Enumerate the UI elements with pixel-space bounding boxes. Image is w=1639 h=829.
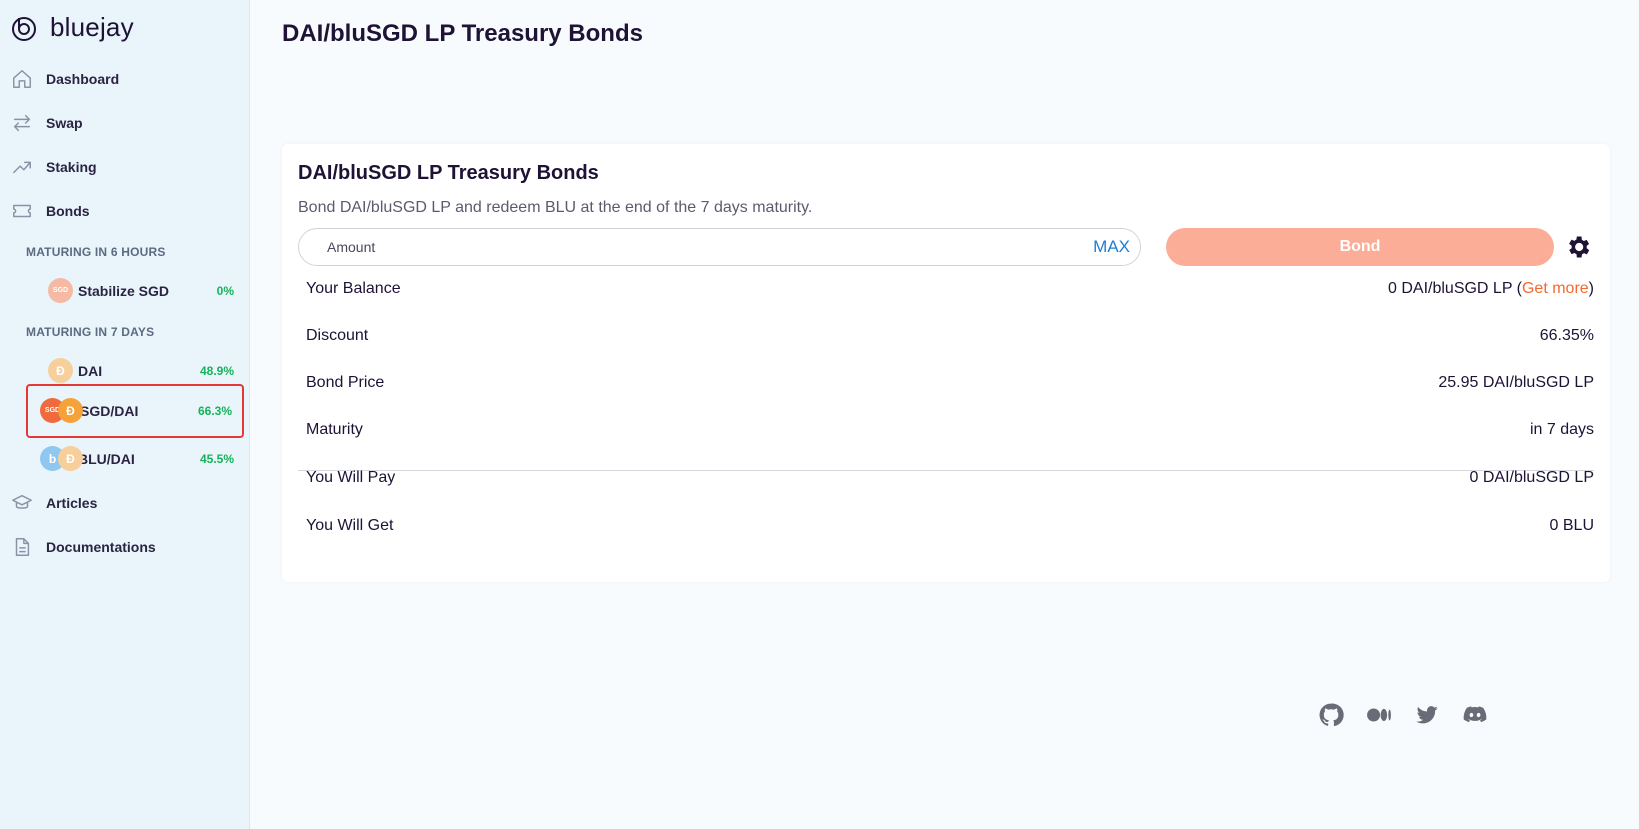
row-value: in 7 days <box>1529 421 1594 438</box>
bond-coin-icons: SGD <box>26 278 78 304</box>
max-button[interactable]: MAX <box>1093 237 1130 257</box>
row-value: 0 DAI/bluSGD LP (Get more) <box>1388 280 1594 298</box>
home-icon <box>10 67 34 91</box>
bond-coin-icons: SGD Đ <box>28 398 83 424</box>
dai-coin-icon: Đ <box>58 446 83 471</box>
nav-documentations[interactable]: Documentations <box>10 533 156 561</box>
bond-name: SGD/DAI <box>80 403 139 419</box>
row-label: Maturity <box>306 421 363 438</box>
graduation-cap-icon <box>10 491 34 515</box>
discord-icon[interactable] <box>1462 702 1488 728</box>
bond-card: DAI/bluSGD LP Treasury Bonds Bond DAI/bl… <box>282 144 1610 582</box>
bond-name: BLU/DAI <box>78 451 135 467</box>
nav-dashboard-label: Dashboard <box>46 71 120 87</box>
nav-swap-label: Swap <box>46 115 83 131</box>
page-title: DAI/bluSGD LP Treasury Bonds <box>282 20 643 47</box>
row-value: 66.35% <box>1539 327 1594 344</box>
bond-coin-icons: Đ <box>26 358 78 384</box>
medium-icon[interactable] <box>1366 702 1392 728</box>
bond-item-stabilize-sgd[interactable]: SGD Stabilize SGD 0% <box>26 264 244 318</box>
amount-input[interactable] <box>327 239 1094 255</box>
nav-staking[interactable]: Staking <box>10 153 97 181</box>
row-label: You Will Pay <box>306 469 396 486</box>
section-maturing-6h: MATURING IN 6 HOURS <box>26 245 166 259</box>
card-title: DAI/bluSGD LP Treasury Bonds <box>298 162 599 184</box>
row-discount: Discount 66.35% <box>306 327 1594 345</box>
dai-coin-icon: Đ <box>58 398 83 423</box>
gear-icon[interactable] <box>1564 233 1592 261</box>
row-value: 0 BLU <box>1549 517 1594 534</box>
nav-bonds-label: Bonds <box>46 203 90 219</box>
bond-button[interactable]: Bond <box>1166 228 1554 266</box>
github-icon[interactable] <box>1318 702 1344 728</box>
row-value: 25.95 DAI/bluSGD LP <box>1438 374 1594 391</box>
bond-name: DAI <box>78 363 103 379</box>
bond-discount: 66.3% <box>197 404 232 418</box>
bond-discount: 0% <box>216 284 234 298</box>
balance-value: 0 DAI/bluSGD LP ( <box>1388 280 1522 297</box>
row-maturity: Maturity in 7 days <box>306 421 1594 439</box>
nav-dashboard[interactable]: Dashboard <box>10 65 119 93</box>
bond-discount: 45.5% <box>199 452 234 466</box>
trending-up-icon <box>10 155 34 179</box>
row-label: Discount <box>306 327 369 344</box>
logo[interactable]: bluejay <box>10 12 134 43</box>
section-maturing-7d: MATURING IN 7 DAYS <box>26 325 155 339</box>
row-label: You Will Get <box>306 517 394 534</box>
nav-articles-label: Articles <box>46 495 98 511</box>
bond-item-sgd-dai[interactable]: SGD Đ SGD/DAI 66.3% <box>26 384 244 438</box>
twitter-icon[interactable] <box>1414 702 1440 728</box>
swap-icon <box>10 111 34 135</box>
logo-text: bluejay <box>50 12 134 42</box>
bond-coin-icons: b Đ <box>26 446 83 472</box>
nav-articles[interactable]: Articles <box>10 489 97 517</box>
bond-item-blu-dai[interactable]: b Đ BLU/DAI 45.5% <box>26 432 244 486</box>
dai-coin-icon: Đ <box>48 358 73 383</box>
sgd-coin-icon: SGD <box>48 278 73 303</box>
card-description: Bond DAI/bluSGD LP and redeem BLU at the… <box>298 199 813 216</box>
amount-field: MAX <box>298 228 1141 266</box>
bond-discount: 48.9% <box>199 364 234 378</box>
bluejay-logo-icon <box>12 16 36 41</box>
row-label: Your Balance <box>306 280 401 297</box>
nav-documentations-label: Documentations <box>46 539 156 555</box>
row-label: Bond Price <box>306 374 385 391</box>
row-you-will-get: You Will Get 0 BLU <box>306 517 1594 535</box>
sidebar: bluejay Dashboard Swap Staking Bonds MAT… <box>0 0 250 829</box>
balance-close: ) <box>1588 280 1594 297</box>
bond-name: Stabilize SGD <box>78 283 170 299</box>
row-bond-price: Bond Price 25.95 DAI/bluSGD LP <box>306 374 1594 392</box>
ticket-icon <box>10 199 34 223</box>
nav-swap[interactable]: Swap <box>10 109 83 137</box>
document-icon <box>10 535 34 559</box>
row-your-balance: Your Balance 0 DAI/bluSGD LP (Get more) <box>306 280 1594 298</box>
nav-staking-label: Staking <box>46 159 97 175</box>
row-you-will-pay: You Will Pay 0 DAI/bluSGD LP <box>306 469 1594 487</box>
get-more-link[interactable]: Get more <box>1522 280 1589 297</box>
social-links <box>1318 702 1488 728</box>
row-value: 0 DAI/bluSGD LP <box>1469 469 1595 486</box>
nav-bonds[interactable]: Bonds <box>10 197 90 225</box>
